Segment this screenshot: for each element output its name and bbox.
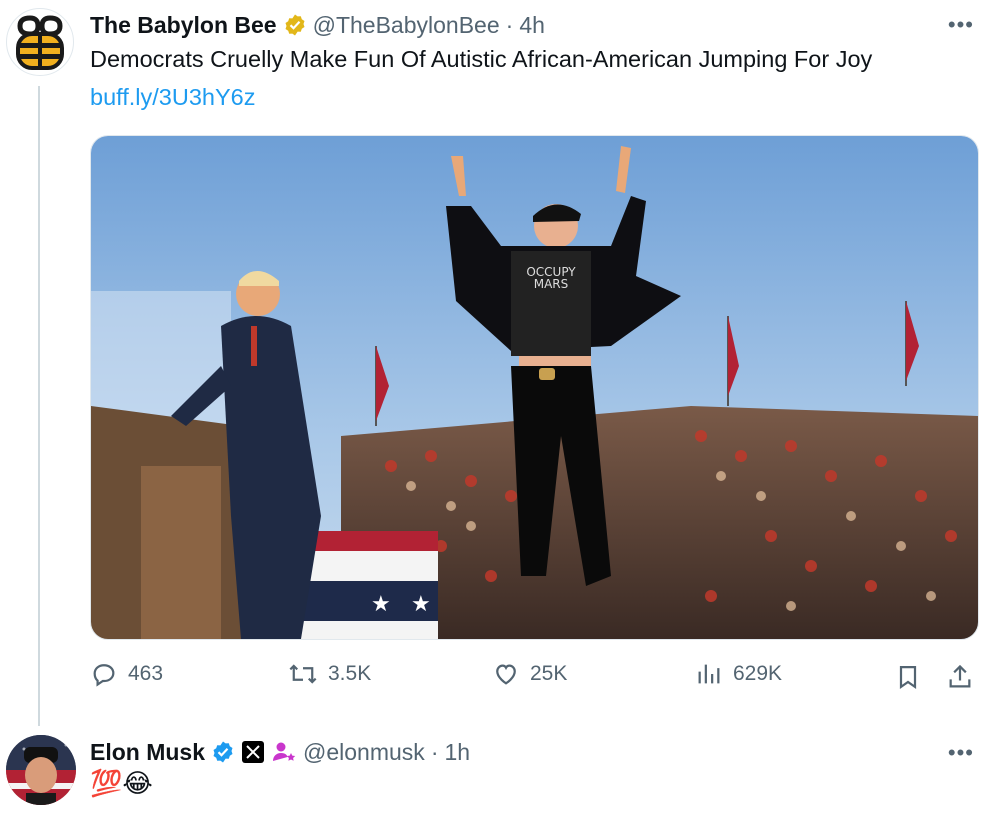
rally-photo: ★ ★ ★ ★ OCCUPY MARS [91, 136, 978, 639]
separator-dot: · [505, 11, 514, 38]
separator-dot: · [430, 738, 439, 765]
like-icon [496, 664, 516, 685]
babylon-bee-avatar[interactable] [6, 8, 74, 76]
verified-blue-icon[interactable] [211, 740, 235, 764]
babylon-bee-logo-icon [16, 15, 64, 70]
retweet-icon [289, 664, 317, 684]
reply-author-name[interactable]: Elon Musk [90, 739, 205, 766]
tweet-link[interactable]: buff.ly/3U3hY6z [90, 84, 255, 111]
reply-author-handle[interactable]: @elonmusk [303, 739, 425, 766]
svg-text:★: ★ [411, 592, 431, 617]
views-count: 629K [733, 662, 783, 685]
tweet-header: The Babylon Bee @TheBabylonBee · 4h [90, 10, 545, 40]
author-handle[interactable]: @TheBabylonBee [313, 12, 500, 39]
tweet-media-image[interactable]: ★ ★ ★ ★ OCCUPY MARS [90, 135, 979, 640]
affiliate-badge-icon[interactable] [271, 740, 297, 764]
shirt-text-mars: MARS [534, 277, 569, 291]
tweet-text: Democrats Cruelly Make Fun Of Autistic A… [90, 46, 873, 72]
retweet-action[interactable]: 3.5K [288, 660, 371, 688]
views-icon [698, 664, 720, 684]
reply-header: Elon Musk @elonmusk · 1h [90, 737, 470, 767]
avatar-photo [6, 735, 76, 805]
reply-action[interactable]: 463 [90, 660, 163, 688]
x-logo-icon[interactable] [241, 740, 265, 764]
tweet-timestamp[interactable]: 4h [519, 12, 545, 39]
bookmark-icon[interactable] [894, 662, 922, 692]
tweet-action-bar: 463 3.5K 25K 629K [90, 660, 977, 694]
more-options-button[interactable]: ••• [948, 12, 974, 38]
reply-text: 💯😂 [90, 768, 153, 798]
like-action[interactable]: 25K [492, 660, 567, 688]
like-count: 25K [530, 662, 568, 685]
retweet-count: 3.5K [328, 662, 372, 685]
reply-timestamp[interactable]: 1h [444, 739, 470, 766]
author-name[interactable]: The Babylon Bee [90, 12, 277, 39]
reply-icon [93, 664, 115, 687]
elon-musk-avatar[interactable] [6, 735, 76, 805]
reply-more-options-button[interactable]: ••• [948, 740, 974, 766]
verified-gold-icon[interactable] [283, 13, 307, 37]
svg-text:★: ★ [371, 592, 391, 617]
thread-connector-line [38, 86, 40, 726]
share-icon[interactable] [946, 662, 974, 692]
views-action[interactable]: 629K [695, 660, 782, 688]
reply-count: 463 [128, 662, 164, 685]
